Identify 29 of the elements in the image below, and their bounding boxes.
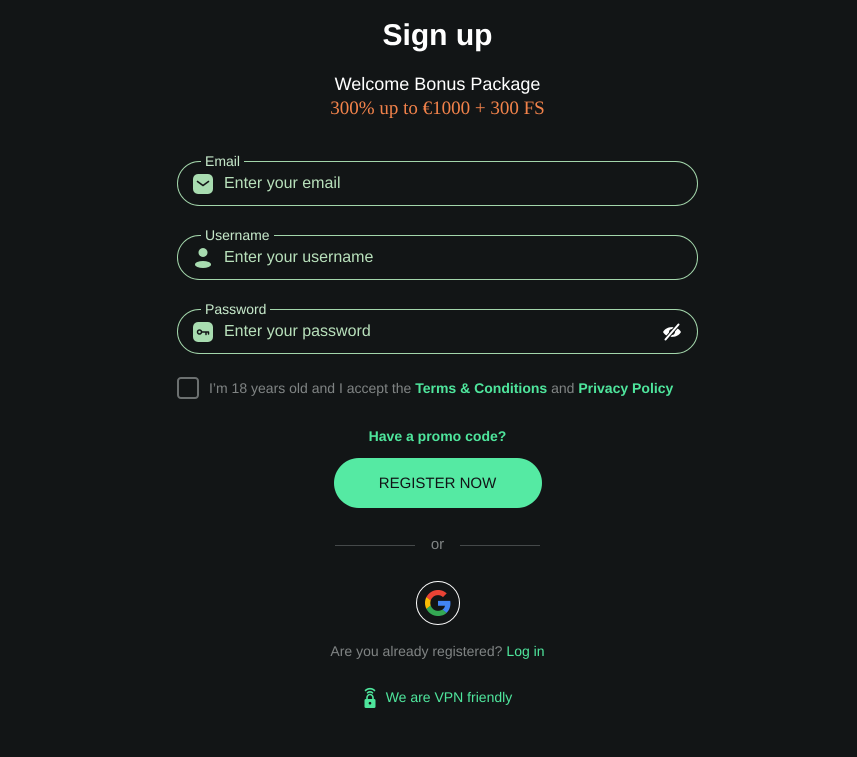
eye-slash-icon[interactable] <box>662 322 682 340</box>
consent-link[interactable]: Privacy Policy <box>578 380 674 396</box>
wireless-lock-icon <box>362 686 377 708</box>
email-field[interactable]: Email Enter your email <box>177 153 698 206</box>
consent-text: I’m 18 years old and I accept the Terms & Conditions and Privacy Policy <box>209 379 674 397</box>
login-prompt: Are you already registered? <box>330 642 502 660</box>
checkbox[interactable] <box>177 377 199 399</box>
username-field[interactable]: Username Enter your username <box>177 227 698 280</box>
register-button[interactable]: REGISTER NOW <box>334 458 542 508</box>
login-link[interactable]: Log in <box>506 642 545 660</box>
google-logo-icon <box>424 590 450 616</box>
field-label: Username <box>204 227 271 243</box>
password-field[interactable]: Password Enter your password <box>177 301 698 354</box>
email-input[interactable]: Enter your email <box>224 174 682 192</box>
field-label: Email <box>204 153 242 169</box>
password-input[interactable]: Enter your password <box>224 322 662 340</box>
promo-code-link[interactable]: Have a promo code? <box>368 427 506 445</box>
consent-link[interactable]: Terms & Conditions <box>415 380 548 396</box>
divider-label: or <box>430 535 444 555</box>
envelope-icon <box>193 174 213 194</box>
bonus-heading: Welcome Bonus Package <box>334 73 540 95</box>
key-icon <box>193 322 213 342</box>
username-input[interactable]: Enter your username <box>224 248 682 266</box>
bonus-offer: 300% up to €1000 + 300 FS <box>330 98 545 120</box>
social-login-button[interactable] <box>416 581 460 625</box>
page-title: Sign up <box>382 18 492 54</box>
person-icon <box>195 248 211 268</box>
vpn-note: We are VPN friendly <box>386 688 512 706</box>
field-label: Password <box>204 301 268 317</box>
